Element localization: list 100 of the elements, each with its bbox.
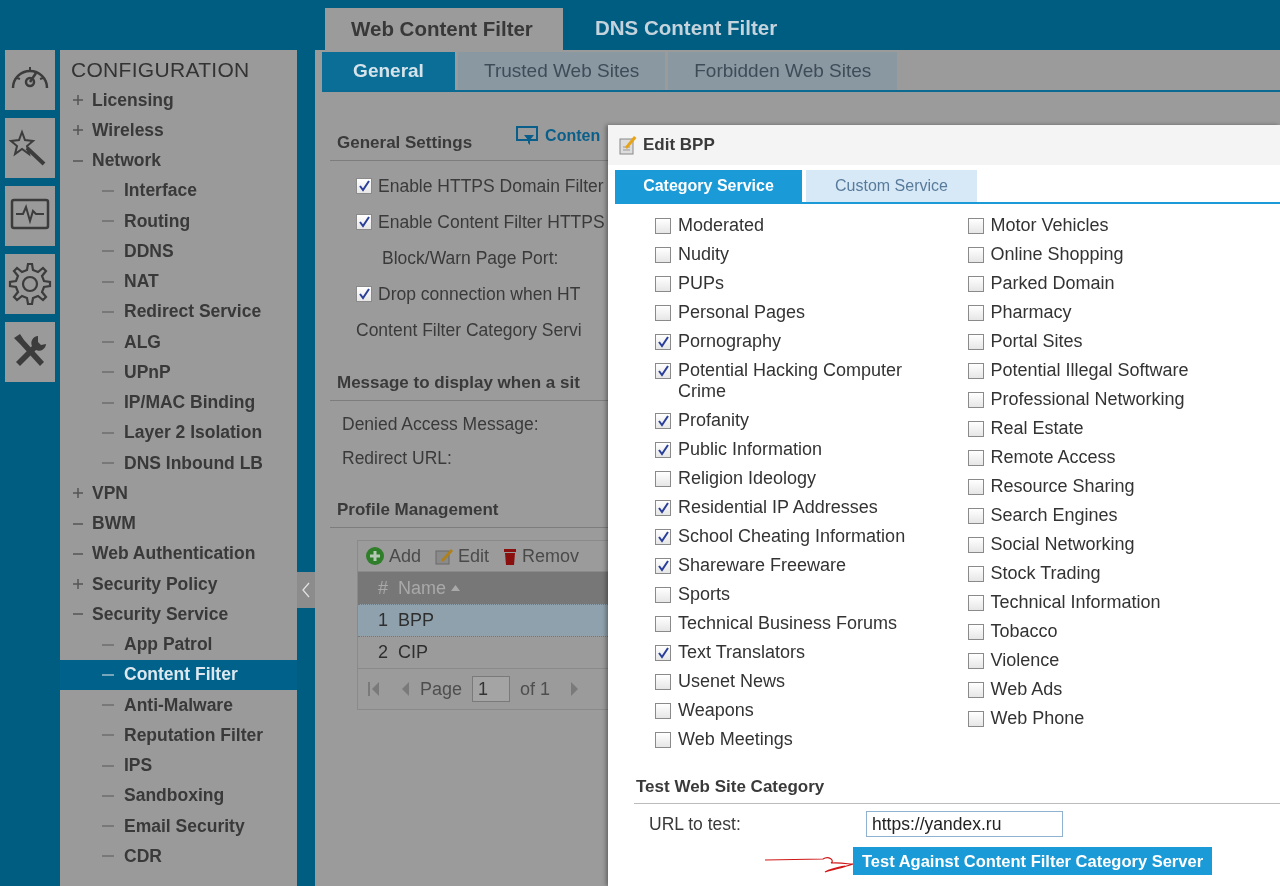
table-row[interactable]: 1 BPP xyxy=(358,604,608,636)
sidebar-item[interactable]: Interface xyxy=(124,180,197,202)
nav-tile[interactable] xyxy=(5,186,55,246)
checkbox[interactable] xyxy=(655,247,671,263)
nav-tile[interactable] xyxy=(5,322,55,382)
checkbox[interactable] xyxy=(655,334,671,350)
checkbox[interactable] xyxy=(967,450,984,466)
checkbox[interactable] xyxy=(655,363,671,379)
tab[interactable]: Category Service xyxy=(615,170,802,202)
sidebar-item[interactable]: Content Filter xyxy=(124,664,238,686)
sidebar-item[interactable]: Reputation Filter xyxy=(124,724,264,746)
sidebar-item[interactable]: DNS Inbound LB xyxy=(124,452,263,474)
sidebar-item[interactable]: Sandboxing xyxy=(124,785,225,807)
checkbox-label: Potential Hacking Computer Crime xyxy=(678,360,904,402)
expand-icon[interactable] xyxy=(72,487,84,500)
expand-icon[interactable] xyxy=(72,124,84,137)
checkbox[interactable] xyxy=(967,392,984,408)
checkbox[interactable] xyxy=(655,305,671,321)
checkbox[interactable] xyxy=(967,334,984,350)
tab[interactable]: General xyxy=(322,52,455,90)
checkbox[interactable] xyxy=(356,286,372,302)
sidebar-item[interactable]: Licensing xyxy=(92,89,174,111)
toolbar-remove-button[interactable]: Remov xyxy=(503,545,580,567)
sidebar-item[interactable]: Routing xyxy=(124,210,191,232)
nav-tile[interactable] xyxy=(5,118,55,178)
checkbox[interactable] xyxy=(967,479,984,495)
checkbox[interactable] xyxy=(655,218,671,234)
checkbox-label: Online Shopping xyxy=(990,244,1124,265)
checkbox[interactable] xyxy=(356,178,372,194)
checkbox[interactable] xyxy=(967,537,984,553)
page-field[interactable]: 1 xyxy=(472,676,511,702)
checkbox[interactable] xyxy=(655,732,671,748)
checkbox[interactable] xyxy=(967,247,984,263)
checkbox[interactable] xyxy=(967,276,984,292)
checkbox[interactable] xyxy=(655,703,671,719)
nav-tile[interactable] xyxy=(5,254,55,314)
sidebar-item[interactable]: Email Security xyxy=(124,815,245,837)
sidebar-item[interactable]: UPnP xyxy=(124,361,171,383)
checkbox-label: Web Phone xyxy=(990,708,1085,729)
checkbox[interactable] xyxy=(655,276,671,292)
checkbox[interactable] xyxy=(655,587,671,603)
sidebar-item[interactable]: DDNS xyxy=(124,240,174,262)
tab[interactable]: Custom Service xyxy=(806,170,977,202)
checkbox[interactable] xyxy=(967,566,984,582)
tab[interactable]: DNS Content Filter xyxy=(563,6,804,50)
test-button[interactable]: Test Against Content Filter Category Server xyxy=(853,847,1213,875)
toolbar-edit-button[interactable]: Edit xyxy=(435,545,490,567)
checkbox[interactable] xyxy=(655,558,671,574)
sidebar-item[interactable]: NAT xyxy=(124,271,159,293)
checkbox[interactable] xyxy=(967,624,984,640)
checkbox-label: Profanity xyxy=(678,410,750,431)
checkbox[interactable] xyxy=(967,508,984,524)
checkbox[interactable] xyxy=(655,500,671,516)
sort-ascending-icon[interactable] xyxy=(451,585,460,591)
sidebar-item[interactable]: Redirect Service xyxy=(124,301,262,323)
link[interactable]: Conten xyxy=(545,127,601,145)
sidebar-item[interactable]: Security Service xyxy=(92,603,229,625)
sidebar-item[interactable]: Anti-Malware xyxy=(124,694,233,716)
dash-icon xyxy=(102,461,114,466)
sidebar-item[interactable]: VPN xyxy=(92,482,128,504)
checkbox[interactable] xyxy=(655,616,671,632)
tab[interactable]: Trusted Web Sites xyxy=(458,52,666,90)
checkbox[interactable] xyxy=(655,471,671,487)
sidebar-item[interactable]: Layer 2 Isolation xyxy=(124,422,263,444)
expand-icon[interactable] xyxy=(72,578,84,591)
collapse-handle[interactable] xyxy=(297,572,315,608)
sidebar-item[interactable]: App Patrol xyxy=(124,634,213,656)
checkbox[interactable] xyxy=(655,413,671,429)
field-label: Redirect URL: xyxy=(342,447,452,469)
sidebar-item[interactable]: CDR xyxy=(124,845,162,867)
sidebar-item[interactable]: IPS xyxy=(124,755,153,777)
tab[interactable]: Web Content Filter xyxy=(325,8,563,50)
sidebar-item[interactable]: IP/MAC Binding xyxy=(124,392,256,414)
checkbox[interactable] xyxy=(655,674,671,690)
tab[interactable]: Forbidden Web Sites xyxy=(668,52,898,90)
sidebar-item[interactable]: Network xyxy=(92,150,162,172)
checkbox[interactable] xyxy=(967,653,984,669)
checkbox-label: Text Translators xyxy=(678,642,806,663)
sidebar-item[interactable]: Wireless xyxy=(92,119,164,141)
checkbox[interactable] xyxy=(655,529,671,545)
checkbox[interactable] xyxy=(967,305,984,321)
dash-icon xyxy=(102,430,114,435)
nav-tile[interactable] xyxy=(5,50,55,110)
sidebar-item[interactable]: Web Authentication xyxy=(92,543,256,565)
expand-icon[interactable] xyxy=(72,94,84,107)
checkbox[interactable] xyxy=(967,363,984,379)
sidebar-item[interactable]: BWM xyxy=(92,513,136,535)
checkbox[interactable] xyxy=(967,682,984,698)
toolbar-add-button[interactable]: Add xyxy=(366,545,422,567)
checkbox[interactable] xyxy=(967,711,984,727)
checkbox[interactable] xyxy=(967,218,984,234)
sidebar-item[interactable]: ALG xyxy=(124,331,161,353)
sidebar-item[interactable]: Security Policy xyxy=(92,573,218,595)
checkbox[interactable] xyxy=(967,595,984,611)
checkbox[interactable] xyxy=(967,421,984,437)
url-field[interactable]: https://yandex.ru xyxy=(866,811,1063,837)
checkbox[interactable] xyxy=(356,214,372,230)
checkbox[interactable] xyxy=(655,442,671,458)
checkbox[interactable] xyxy=(655,645,671,661)
checkbox-label: Enable Content Filter HTTPS xyxy=(378,211,605,233)
